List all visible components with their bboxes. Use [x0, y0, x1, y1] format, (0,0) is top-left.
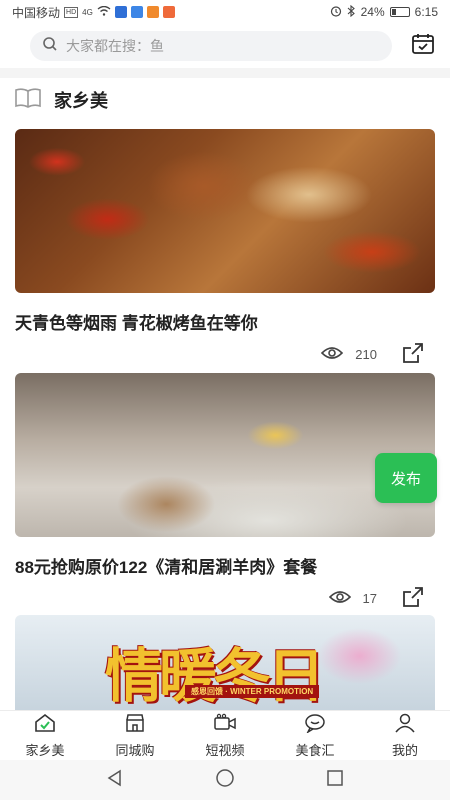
view-count-value: 17 — [362, 591, 377, 606]
app-notification-icon — [130, 6, 143, 18]
section-header: 家乡美 — [14, 86, 108, 114]
recents-button[interactable] — [323, 768, 347, 792]
carrier-label: 中国移动 — [12, 5, 61, 20]
bluetooth-icon — [347, 4, 356, 20]
app-notification-icon — [162, 6, 175, 18]
tab-label: 我的 — [391, 742, 418, 758]
store-icon — [124, 713, 146, 738]
tab-profile[interactable]: 我的 — [360, 711, 450, 760]
calendar-button[interactable] — [410, 33, 436, 59]
eye-icon — [328, 590, 351, 607]
back-button[interactable] — [103, 768, 127, 792]
app-notification-icon — [146, 6, 159, 18]
clock: 6:15 — [414, 5, 438, 19]
tab-label: 同城购 — [115, 742, 155, 758]
feed-card[interactable]: 情暖冬日 感恩回馈 · WINTER PROMOTION — [15, 615, 435, 710]
banner-subtitle: 感恩回馈 · WINTER PROMOTION — [185, 685, 320, 698]
card-meta: 17 — [15, 586, 435, 611]
alarm-icon — [330, 5, 342, 20]
card-image[interactable] — [15, 129, 435, 293]
network-label: 4G — [82, 7, 93, 17]
view-count: 17 — [328, 590, 377, 607]
book-icon — [14, 87, 42, 114]
video-icon — [213, 713, 237, 738]
search-header: 大家都在搜：鱼 — [0, 24, 450, 68]
header-divider — [0, 68, 450, 78]
tab-local-shopping[interactable]: 同城购 — [90, 711, 180, 760]
chat-icon — [304, 713, 326, 738]
search-input[interactable]: 大家都在搜：鱼 — [30, 31, 392, 61]
view-count: 210 — [321, 346, 377, 363]
share-icon[interactable] — [401, 586, 425, 611]
tab-home[interactable]: 家乡美 — [0, 711, 90, 760]
eye-icon — [321, 346, 344, 363]
bottom-tab-bar: 家乡美 同城购 短视频 美食汇 我的 — [0, 710, 450, 760]
recents-square-icon — [326, 769, 344, 792]
publish-button[interactable]: 发布 — [375, 453, 437, 503]
battery-icon — [389, 7, 410, 17]
feed-card[interactable]: 天青色等烟雨 青花椒烤鱼在等你 210 — [15, 129, 435, 367]
tab-label: 美食汇 — [295, 742, 335, 758]
wifi-icon — [97, 5, 111, 19]
card-title[interactable]: 88元抢购原价122《清和居涮羊肉》套餐 — [15, 553, 435, 578]
user-icon — [394, 713, 416, 738]
section-title: 家乡美 — [54, 91, 108, 111]
hd-icon: HD — [64, 6, 79, 18]
app-notification-icon — [114, 6, 127, 18]
home-icon — [34, 713, 56, 738]
back-triangle-icon — [106, 769, 124, 792]
home-circle-icon — [215, 768, 235, 793]
card-image[interactable]: 情暖冬日 感恩回馈 · WINTER PROMOTION — [15, 615, 435, 710]
card-title[interactable]: 天青色等烟雨 青花椒烤鱼在等你 — [15, 309, 435, 334]
search-icon — [42, 36, 58, 57]
share-icon[interactable] — [401, 342, 425, 367]
view-count-value: 210 — [355, 347, 377, 362]
battery-percent: 24% — [360, 5, 385, 19]
tab-food[interactable]: 美食汇 — [270, 711, 360, 760]
tab-label: 家乡美 — [25, 742, 65, 758]
calendar-check-icon — [411, 32, 435, 61]
tab-short-video[interactable]: 短视频 — [180, 711, 270, 760]
feed-card[interactable]: 88元抢购原价122《清和居涮羊肉》套餐 17 — [15, 373, 435, 611]
search-placeholder: 大家都在搜：鱼 — [66, 38, 164, 54]
home-button[interactable] — [213, 768, 237, 792]
feed-list[interactable]: 天青色等烟雨 青花椒烤鱼在等你 210 88元抢购原价122《清和居涮羊肉》套餐… — [0, 126, 450, 710]
status-bar: 中国移动 HD 4G 24% 6:15 — [0, 0, 450, 24]
card-meta: 210 — [15, 342, 435, 367]
tab-label: 短视频 — [205, 742, 245, 758]
card-image[interactable] — [15, 373, 435, 537]
system-nav-bar — [0, 760, 450, 800]
